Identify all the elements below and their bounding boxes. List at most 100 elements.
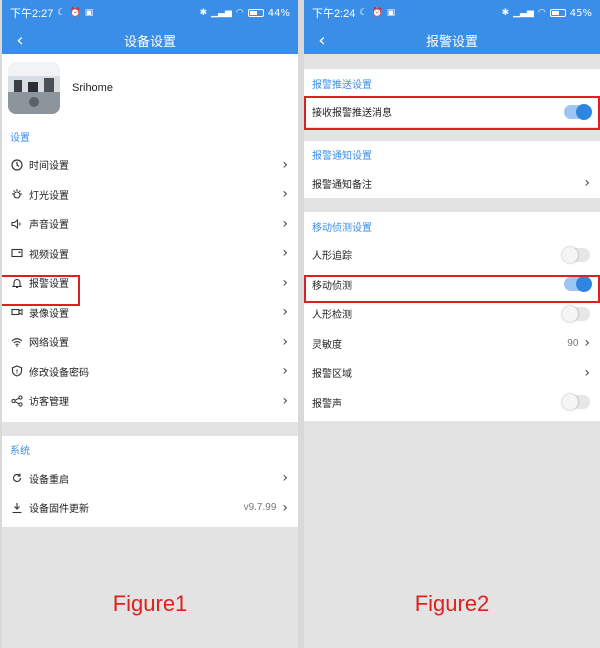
battery-icon	[549, 9, 566, 17]
settings-panel: Srihome 设置 时间设置 › 灯光设置 › 声音设置 › 视频设置 › 报…	[2, 54, 298, 422]
chevron-right-icon: ›	[584, 335, 590, 352]
bluetooth-icon: ✱	[501, 8, 510, 18]
notify-remark-label: 报警通知备注	[312, 179, 372, 191]
settings-item-alarm[interactable]: 报警设置 ›	[2, 268, 298, 298]
chevron-right-icon: ›	[282, 392, 288, 409]
wifi-status-icon: ◠	[235, 8, 244, 18]
motion-row-human-detect: 人形检测	[304, 299, 600, 329]
device-header[interactable]: Srihome	[2, 54, 298, 122]
notify-settings-panel: 报警通知设置 报警通知备注 ›	[304, 140, 600, 199]
motion-row-label: 移动侦测	[312, 280, 352, 292]
camera-icon	[10, 305, 24, 319]
notification-icon: ▣	[386, 8, 396, 18]
section-divider	[304, 126, 600, 141]
figure-caption-2: Figure2	[414, 591, 490, 616]
group-label-push: 报警推送设置	[312, 79, 372, 91]
bluetooth-icon: ✱	[199, 8, 208, 18]
human-detect-toggle[interactable]	[562, 305, 590, 322]
shield-icon	[10, 364, 24, 378]
chevron-right-icon: ›	[282, 499, 288, 516]
chevron-right-icon: ›	[584, 364, 590, 381]
figure-caption-1: Figure1	[112, 591, 188, 616]
motion-row-motion-detect: 移动侦测	[304, 270, 600, 300]
human-tracking-toggle[interactable]	[562, 246, 590, 263]
moon-icon: ☾	[359, 8, 368, 18]
signal-icon: ▁▃▅	[211, 8, 232, 18]
chevron-right-icon: ›	[282, 363, 288, 380]
screenshot-composite: 下午2:27 ☾ ⏰ ▣ ✱ ▁▃▅ ◠ 44% ‹ 设备设置 Srihome …	[0, 0, 600, 648]
device-name: Srihome	[72, 82, 113, 94]
motion-row-label: 人形检测	[312, 310, 352, 322]
nav-bar: ‹ 报警设置	[304, 26, 600, 54]
group-label-settings: 设置	[10, 132, 30, 144]
settings-item-recording[interactable]: 录像设置 ›	[2, 298, 298, 328]
settings-item-network[interactable]: 网络设置 ›	[2, 327, 298, 357]
back-arrow-icon[interactable]: ‹	[10, 28, 30, 52]
video-screen-icon	[10, 246, 24, 260]
motion-row-sensitivity[interactable]: 灵敏度 90 ›	[304, 329, 600, 359]
settings-item-label: 声音设置	[29, 220, 69, 232]
bell-icon	[10, 276, 24, 290]
push-notification-toggle[interactable]	[564, 103, 592, 120]
section-divider	[2, 421, 298, 436]
group-label-system: 系统	[10, 446, 30, 457]
system-item-label: 设备重启	[29, 474, 69, 486]
motion-row-label: 人形追踪	[312, 251, 352, 263]
share-icon	[10, 394, 24, 408]
phone-alarm-settings: 下午2:24 ☾ ⏰ ▣ ✱ ▁▃▅ ◠ 45% ‹ 报警设置 报警推送设置 接…	[304, 0, 600, 648]
page-title: 报警设置	[425, 34, 478, 50]
motion-settings-panel: 移动侦测设置 人形追踪 移动侦测 人形检测 灵敏度 90 › 报警区域 › 报警…	[304, 212, 600, 421]
chevron-right-icon: ›	[282, 186, 288, 203]
motion-row-label: 报警区域	[312, 369, 352, 381]
settings-item-password[interactable]: 修改设备密码 ›	[2, 357, 298, 387]
notify-remark-row[interactable]: 报警通知备注 ›	[304, 169, 600, 199]
sensitivity-value: 90	[567, 337, 579, 349]
system-item-restart[interactable]: 设备重启 ›	[2, 464, 298, 494]
battery-level: 44%	[267, 7, 290, 19]
chevron-right-icon: ›	[282, 215, 288, 232]
settings-item-time[interactable]: 时间设置 ›	[2, 150, 298, 180]
back-arrow-icon[interactable]: ‹	[312, 28, 332, 52]
settings-item-label: 访客管理	[29, 397, 69, 409]
motion-row-label: 报警声	[312, 398, 342, 410]
moon-icon: ☾	[57, 8, 66, 18]
phone-device-settings: 下午2:27 ☾ ⏰ ▣ ✱ ▁▃▅ ◠ 44% ‹ 设备设置 Srihome …	[2, 0, 298, 648]
motion-row-alarm-sound: 报警声	[304, 388, 600, 418]
push-notification-row: 接收报警推送消息	[304, 97, 600, 127]
settings-item-label: 报警设置	[29, 279, 69, 291]
settings-item-label: 视频设置	[29, 249, 69, 261]
push-notification-label: 接收报警推送消息	[312, 108, 392, 120]
nav-bar: ‹ 设备设置	[2, 26, 298, 54]
settings-item-light[interactable]: 灯光设置 ›	[2, 180, 298, 210]
settings-item-sound[interactable]: 声音设置 ›	[2, 209, 298, 239]
clock-icon	[10, 158, 24, 172]
motion-detect-toggle[interactable]	[564, 276, 592, 293]
chevron-right-icon: ›	[282, 304, 288, 321]
battery-level: 45%	[569, 7, 592, 19]
settings-item-label: 修改设备密码	[29, 367, 89, 379]
group-label-notify: 报警通知设置	[312, 151, 372, 162]
settings-item-video[interactable]: 视频设置 ›	[2, 239, 298, 269]
status-time: 下午2:27	[10, 8, 54, 20]
settings-item-label: 录像设置	[29, 308, 69, 320]
settings-item-visitor[interactable]: 访客管理 ›	[2, 386, 298, 416]
alarm-sound-toggle[interactable]	[562, 394, 590, 411]
chevron-right-icon: ›	[584, 175, 590, 192]
alarm-icon: ⏰	[371, 8, 383, 18]
system-item-firmware[interactable]: 设备固件更新 v9.7.99 ›	[2, 493, 298, 523]
system-item-label: 设备固件更新	[29, 504, 89, 516]
chevron-right-icon: ›	[282, 470, 288, 487]
status-bar: 下午2:24 ☾ ⏰ ▣ ✱ ▁▃▅ ◠ 45%	[304, 0, 600, 26]
page-title: 设备设置	[123, 34, 176, 50]
restart-icon	[10, 471, 24, 485]
motion-row-alarm-zone[interactable]: 报警区域 ›	[304, 358, 600, 388]
chevron-right-icon: ›	[282, 156, 288, 173]
alarm-icon: ⏰	[69, 8, 81, 18]
wifi-status-icon: ◠	[537, 8, 546, 18]
system-panel: 系统 设备重启 › 设备固件更新 v9.7.99 ›	[2, 435, 298, 527]
device-thumbnail	[8, 62, 60, 114]
chevron-right-icon: ›	[282, 245, 288, 262]
notification-icon: ▣	[84, 8, 94, 18]
settings-item-label: 灯光设置	[29, 190, 69, 202]
firmware-version: v9.7.99	[243, 502, 277, 514]
